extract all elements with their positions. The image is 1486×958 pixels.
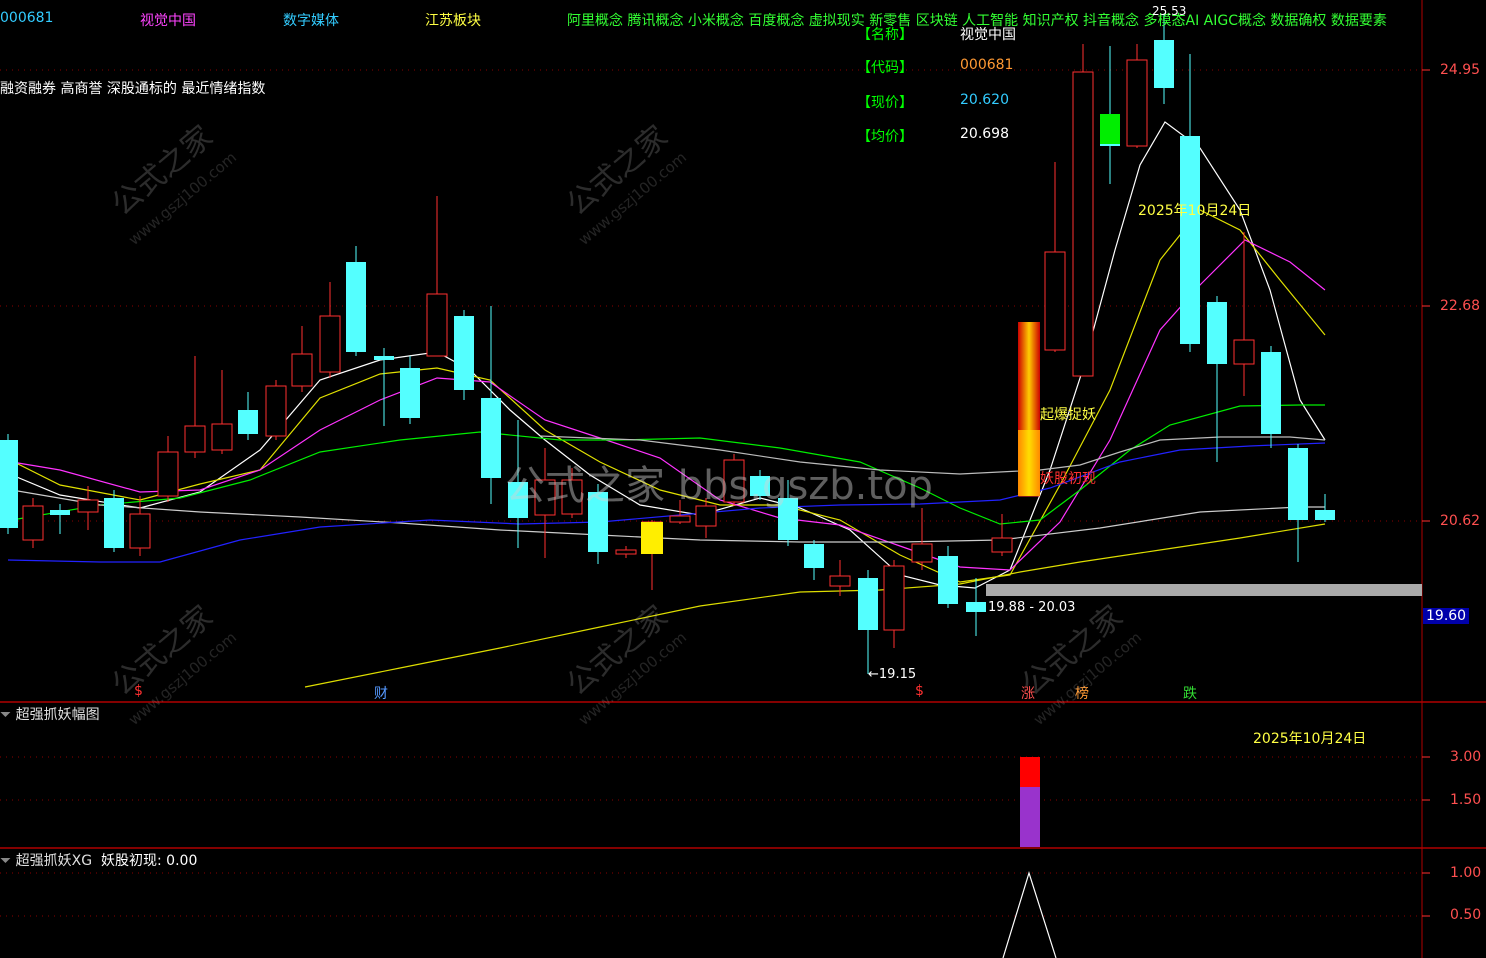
xg-axis-label-2: 0.50 [1450,907,1482,923]
marker-die[interactable]: 跌 [1183,683,1197,703]
candle-body-down [454,316,474,390]
price-axis-label-3: 20.62 [1440,513,1481,529]
amp-axis-label-1: 3.00 [1450,749,1482,765]
collapse-icon[interactable]: ⏷ [0,853,11,869]
xg-signal-spike [1002,870,1057,958]
candle-body-up [883,565,905,631]
amplitude-bar-red [1020,757,1040,787]
amplitude-bar-purple [1020,787,1040,847]
candle-body-up [129,513,151,549]
candle-body-down [50,510,70,515]
signal-qibao: 起爆捉妖 [1040,407,1096,423]
candle-body-down [1180,136,1200,344]
info-code-value: 000681 [960,57,1014,73]
panel-amplitude-date: 2025年10月24日 [1253,731,1367,747]
candle-body-up [1072,71,1094,377]
current-price-tag: 19.60 [1423,608,1470,624]
candle-body-down [1288,448,1308,520]
info-price-value: 20.620 [960,92,1009,108]
stock-code: 000681 [0,10,54,26]
candle-body-up [265,385,287,437]
candle-body-down [481,398,501,478]
candle-body-up [184,425,206,453]
candle-body-up [426,293,448,357]
date-annotation: 2025年10月24日 [1138,203,1252,219]
info-code-label: 【代码】 [857,60,913,76]
signal-bar-top [1018,322,1040,430]
candle-body-down [966,603,986,611]
info-avg-value: 20.698 [960,126,1009,142]
info-avg-label: 【均价】 [857,129,913,145]
candle-body-up [291,353,313,387]
signal-bar-bottom [1018,430,1040,496]
range-annotation: 19.88 - 20.03 [988,600,1076,615]
peak-annotation: 25.53 [1152,4,1187,18]
panel-amplitude-title[interactable]: ⏷ 超强抓妖幅图 [0,704,100,724]
candle-body-down [346,262,366,352]
candle-body-down [238,410,258,434]
info-price-label: 【现价】 [857,95,913,111]
candle-body-down [938,556,958,604]
candle-body-down [1207,302,1227,364]
subtitle-tags: 融资融券 高商誉 深股通标的 最近情绪指数 [0,81,266,97]
candle-body-down [1154,40,1174,88]
info-name-value: 视觉中国 [960,27,1016,43]
candle-body-up [669,515,691,523]
candle-body-up [77,499,99,513]
marker-finance[interactable]: 财 [374,683,388,703]
candle-body-up [1044,251,1066,351]
stock-name[interactable]: 视觉中国 [140,10,196,30]
candle-body-down [1261,352,1281,434]
support-band [986,584,1422,596]
marker-dollar-2[interactable]: $ [915,683,924,699]
price-axis-label-2: 22.68 [1440,298,1481,314]
candle-body-down [104,498,124,548]
candle-body-down [400,368,420,418]
candle-body-down [804,544,824,568]
price-axis-label-1: 24.95 [1440,62,1481,78]
candle-body-down [858,578,878,630]
candle-body-up [22,505,44,541]
watermark-main: 公式之家 bbs.gszb.top [505,463,933,509]
candle-body-up [1233,339,1255,365]
info-name-label: 【名称】 [857,27,913,43]
candle-body-up [991,537,1013,553]
candle-body-down [374,356,394,360]
candle-body-down [1315,510,1335,520]
low-annotation: ←19.15 [868,667,917,682]
collapse-icon[interactable]: ⏷ [0,707,11,723]
candle-body-down [0,440,18,528]
candle-body-up [911,543,933,563]
panel-xg-title[interactable]: ⏷ 超强抓妖XG 妖股初现: 0.00 [0,850,197,870]
candle-body-up [211,423,233,451]
candle-body-up [1126,59,1148,147]
candle-body-up [157,451,179,497]
highlight-candle [641,522,663,554]
candle-body-up [829,575,851,587]
industry-label[interactable]: 数字媒体 [283,10,339,30]
highlight-candle [1100,114,1120,144]
signal-yaogu: 妖股初现 [1040,471,1096,487]
amp-axis-label-2: 1.50 [1450,792,1482,808]
xg-axis-label-1: 1.00 [1450,865,1482,881]
candle-body-up [319,315,341,373]
candle-body-up [615,549,637,555]
region-label[interactable]: 江苏板块 [425,10,481,30]
